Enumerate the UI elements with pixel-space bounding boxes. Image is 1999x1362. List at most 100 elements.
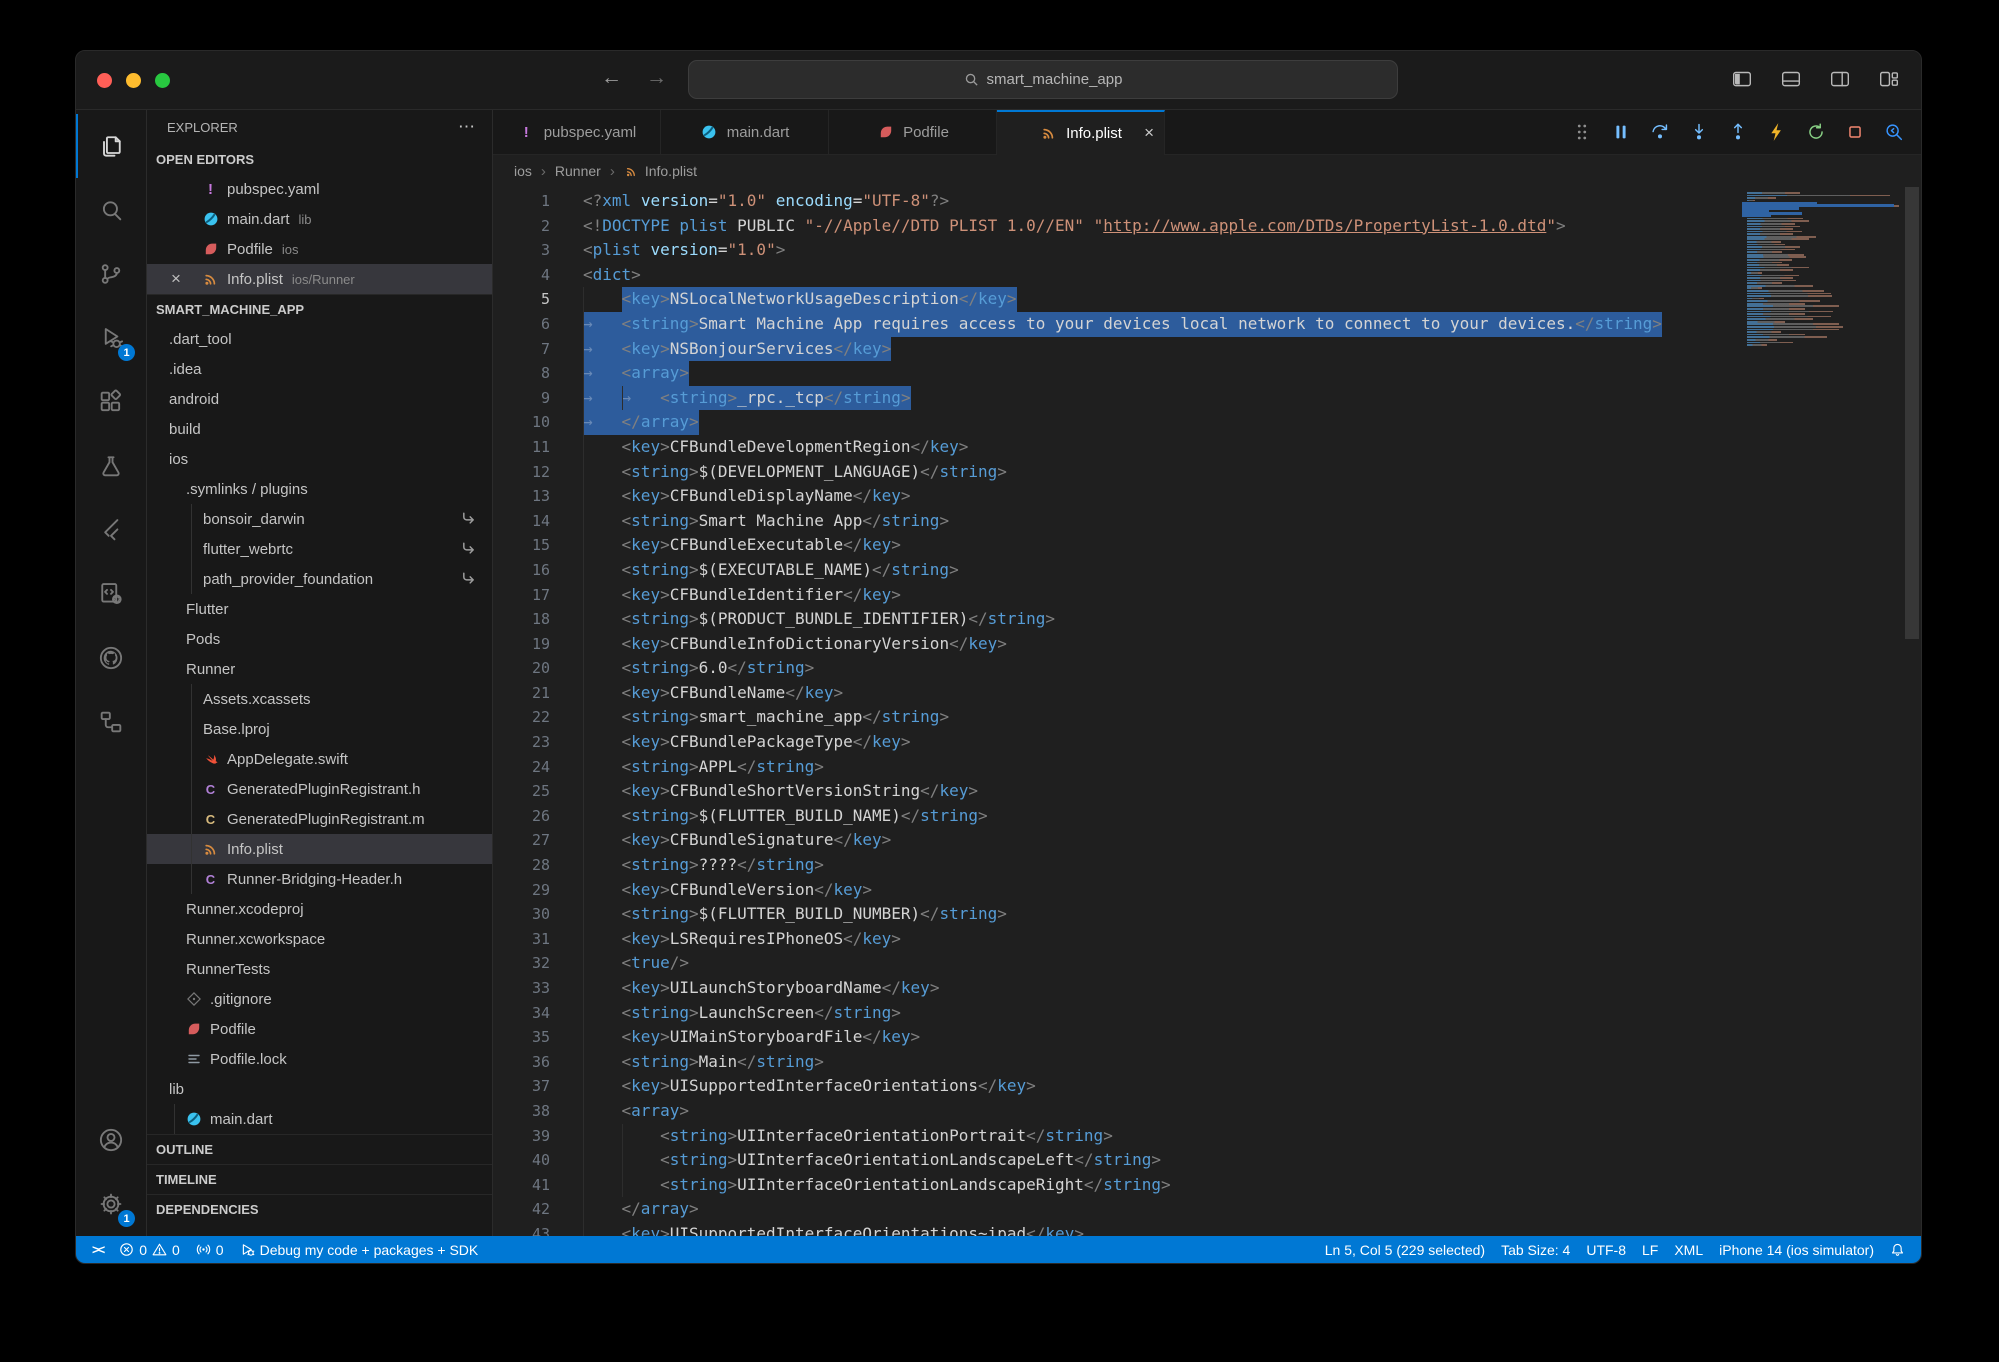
tree-item[interactable]: build bbox=[147, 414, 492, 444]
close-editor-icon[interactable]: × bbox=[165, 269, 187, 289]
code-line[interactable]: 12 <string>$(DEVELOPMENT_LANGUAGE)</stri… bbox=[493, 460, 1731, 485]
tree-item[interactable]: .gitignore bbox=[147, 984, 492, 1014]
status-cursor-position[interactable]: Ln 5, Col 5 (229 selected) bbox=[1317, 1236, 1493, 1263]
tree-item[interactable]: Info.plist bbox=[147, 834, 492, 864]
code-line[interactable]: 8→ <array> bbox=[493, 361, 1731, 386]
activity-project-runner[interactable] bbox=[76, 562, 146, 626]
code-line[interactable]: 11 <key>CFBundleDevelopmentRegion</key> bbox=[493, 435, 1731, 460]
code-line[interactable]: 15 <key>CFBundleExecutable</key> bbox=[493, 533, 1731, 558]
status-problems[interactable]: 00 bbox=[111, 1236, 188, 1263]
tree-item[interactable]: Flutter bbox=[147, 594, 492, 624]
code-line[interactable]: 29 <key>CFBundleVersion</key> bbox=[493, 878, 1731, 903]
code-editor[interactable]: 1<?xml version="1.0" encoding="UTF-8"?>2… bbox=[493, 187, 1921, 1236]
activity-references[interactable] bbox=[76, 690, 146, 754]
forward-arrow-icon[interactable]: → bbox=[646, 66, 667, 90]
code-line[interactable]: 16 <string>$(EXECUTABLE_NAME)</string> bbox=[493, 558, 1731, 583]
open-editor-item[interactable]: main.dartlib bbox=[147, 204, 492, 234]
activity-explorer[interactable] bbox=[76, 114, 146, 178]
code-line[interactable]: 2<!DOCTYPE plist PUBLIC "-//Apple//DTD P… bbox=[493, 214, 1731, 239]
status-tab-size[interactable]: Tab Size: 4 bbox=[1493, 1236, 1578, 1263]
step-out-button[interactable] bbox=[1726, 121, 1749, 144]
activity-testing[interactable] bbox=[76, 434, 146, 498]
tree-item[interactable]: path_provider_foundation bbox=[147, 564, 492, 594]
section-timeline[interactable]: TIMELINE bbox=[147, 1164, 492, 1194]
code-line[interactable]: 32 <true/> bbox=[493, 951, 1731, 976]
status-device[interactable]: iPhone 14 (ios simulator) bbox=[1711, 1236, 1882, 1263]
tree-item[interactable]: Assets.xcassets bbox=[147, 684, 492, 714]
code-line[interactable]: 23 <key>CFBundlePackageType</key> bbox=[493, 730, 1731, 755]
code-line[interactable]: 39 <string>UIInterfaceOrientationPortrai… bbox=[493, 1124, 1731, 1149]
activity-github[interactable] bbox=[76, 626, 146, 690]
open-editor-item[interactable]: !pubspec.yaml bbox=[147, 174, 492, 204]
tree-item[interactable]: CRunner-Bridging-Header.h bbox=[147, 864, 492, 894]
activity-extensions[interactable] bbox=[76, 370, 146, 434]
toggle-sidebar-button[interactable] bbox=[1730, 69, 1754, 95]
tree-item[interactable]: flutter_webrtc bbox=[147, 534, 492, 564]
tree-item[interactable]: .dart_tool bbox=[147, 324, 492, 354]
tree-item[interactable]: CGeneratedPluginRegistrant.h bbox=[147, 774, 492, 804]
close-tab-icon[interactable]: × bbox=[1144, 123, 1154, 143]
hot-reload-button[interactable] bbox=[1765, 121, 1788, 144]
tree-item[interactable]: RunnerTests bbox=[147, 954, 492, 984]
code-line[interactable]: 43 <key>UISupportedInterfaceOrientations… bbox=[493, 1222, 1731, 1236]
section-dependencies[interactable]: DEPENDENCIES bbox=[147, 1194, 492, 1224]
code-line[interactable]: 40 <string>UIInterfaceOrientationLandsca… bbox=[493, 1148, 1731, 1173]
activity-accounts[interactable] bbox=[76, 1108, 146, 1172]
code-line[interactable]: 36 <string>Main</string> bbox=[493, 1050, 1731, 1075]
split-editor-button[interactable] bbox=[1828, 69, 1852, 95]
section-project-root[interactable]: SMART_MACHINE_APP bbox=[147, 294, 492, 324]
command-center-search[interactable]: smart_machine_app bbox=[688, 60, 1398, 99]
code-line[interactable]: 5 <key>NSLocalNetworkUsageDescription</k… bbox=[493, 287, 1731, 312]
code-line[interactable]: 35 <key>UIMainStoryboardFile</key> bbox=[493, 1025, 1731, 1050]
tree-item[interactable]: android bbox=[147, 384, 492, 414]
code-line[interactable]: 26 <string>$(FLUTTER_BUILD_NAME)</string… bbox=[493, 804, 1731, 829]
status-ports[interactable]: 0 bbox=[188, 1236, 232, 1263]
code-line[interactable]: 6→ <string>Smart Machine App requires ac… bbox=[493, 312, 1731, 337]
status-eol[interactable]: LF bbox=[1634, 1236, 1666, 1263]
code-line[interactable]: 24 <string>APPL</string> bbox=[493, 755, 1731, 780]
breadcrumb-segment[interactable]: ios bbox=[514, 163, 532, 179]
code-line[interactable]: 10→ </array> bbox=[493, 410, 1731, 435]
tree-item[interactable]: Podfile bbox=[147, 1014, 492, 1044]
breadcrumb-file[interactable]: Info.plist bbox=[624, 163, 697, 179]
stop-button[interactable] bbox=[1843, 121, 1866, 144]
breadcrumb-segment[interactable]: Runner bbox=[555, 163, 601, 179]
code-line[interactable]: 37 <key>UISupportedInterfaceOrientations… bbox=[493, 1074, 1731, 1099]
code-line[interactable]: 42 </array> bbox=[493, 1197, 1731, 1222]
zoom-window-button[interactable] bbox=[155, 73, 170, 88]
tree-item[interactable]: Pods bbox=[147, 624, 492, 654]
customize-layout-button[interactable] bbox=[1877, 69, 1901, 95]
more-actions-icon[interactable]: ⋯ bbox=[458, 117, 476, 137]
code-line[interactable]: 13 <key>CFBundleDisplayName</key> bbox=[493, 484, 1731, 509]
code-line[interactable]: 38 <array> bbox=[493, 1099, 1731, 1124]
tree-item[interactable]: CGeneratedPluginRegistrant.m bbox=[147, 804, 492, 834]
step-over-button[interactable] bbox=[1648, 121, 1671, 144]
code-line[interactable]: 19 <key>CFBundleInfoDictionaryVersion</k… bbox=[493, 632, 1731, 657]
minimap[interactable] bbox=[1747, 192, 1899, 347]
tree-item[interactable]: Runner.xcworkspace bbox=[147, 924, 492, 954]
code-line[interactable]: 14 <string>Smart Machine App</string> bbox=[493, 509, 1731, 534]
code-line[interactable]: 22 <string>smart_machine_app</string> bbox=[493, 705, 1731, 730]
code-line[interactable]: 41 <string>UIInterfaceOrientationLandsca… bbox=[493, 1173, 1731, 1198]
section-outline[interactable]: OUTLINE bbox=[147, 1134, 492, 1164]
tree-item[interactable]: Runner.xcodeproj bbox=[147, 894, 492, 924]
code-line[interactable]: 21 <key>CFBundleName</key> bbox=[493, 681, 1731, 706]
open-editor-item[interactable]: ×Info.plistios/Runner bbox=[147, 264, 492, 294]
code-line[interactable]: 25 <key>CFBundleShortVersionString</key> bbox=[493, 779, 1731, 804]
tab-main-dart[interactable]: main.dart bbox=[661, 110, 829, 154]
status-debug-config[interactable]: Debug my code + packages + SDK bbox=[232, 1236, 487, 1263]
tree-item[interactable]: Base.lproj bbox=[147, 714, 492, 744]
back-arrow-icon[interactable]: ← bbox=[601, 66, 622, 90]
activity-search[interactable] bbox=[76, 178, 146, 242]
minimize-window-button[interactable] bbox=[126, 73, 141, 88]
activity-source-control[interactable] bbox=[76, 242, 146, 306]
code-line[interactable]: 34 <string>LaunchScreen</string> bbox=[493, 1001, 1731, 1026]
pause-button[interactable] bbox=[1609, 121, 1632, 144]
scrollbar-thumb[interactable] bbox=[1905, 187, 1919, 639]
toggle-panel-button[interactable] bbox=[1779, 69, 1803, 95]
tree-item[interactable]: .symlinks / plugins bbox=[147, 474, 492, 504]
tree-item[interactable]: main.dart bbox=[147, 1104, 492, 1134]
tree-item[interactable]: bonsoir_darwin bbox=[147, 504, 492, 534]
close-window-button[interactable] bbox=[97, 73, 112, 88]
code-line[interactable]: 17 <key>CFBundleIdentifier</key> bbox=[493, 583, 1731, 608]
